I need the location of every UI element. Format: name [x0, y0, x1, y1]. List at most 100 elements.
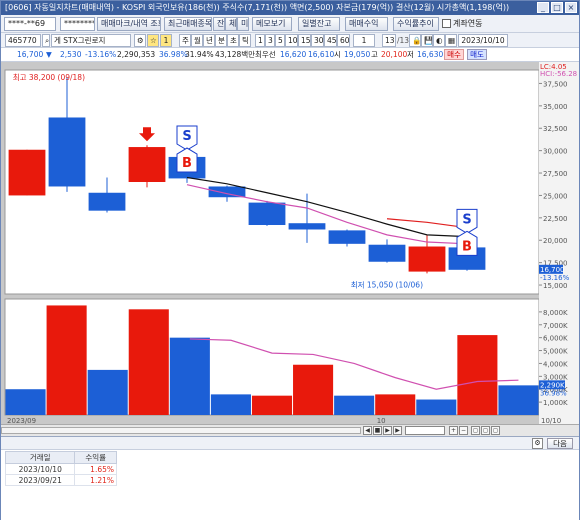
date-field[interactable]: 2023/10/10 — [458, 34, 508, 47]
marker-letter: B — [182, 156, 192, 171]
period-year-button[interactable]: 년 — [203, 34, 215, 47]
settings-icon[interactable]: ⚙ — [532, 438, 543, 449]
y-tick-label: 3,000K — [543, 373, 568, 381]
table-row[interactable]: 2023/09/21 1.21% — [4, 474, 117, 486]
calendar-icon[interactable]: ▦ — [445, 34, 457, 47]
best-bid: 16,610 — [308, 50, 335, 59]
period-second-button[interactable]: 초 — [227, 34, 239, 47]
last-pct-label: -13.16% — [540, 274, 570, 282]
maximize-button[interactable]: □ — [551, 2, 563, 13]
interval-60-button[interactable]: 60 — [337, 34, 350, 47]
chart-area[interactable]: 37,500 35,000 32,500 30,000 27,500 25,000 22,5… — [1, 62, 579, 427]
candle-body — [208, 186, 246, 198]
tool-icon[interactable]: ◻ — [491, 426, 500, 435]
stock-name-field[interactable]: 게 STX그린로지 — [51, 34, 131, 47]
chart-scrollbar[interactable] — [1, 427, 361, 434]
next-button[interactable]: 다음 — [547, 438, 573, 449]
y-tick-label: 8,000K — [543, 309, 568, 317]
zoom-out-button[interactable]: − — [459, 426, 468, 435]
table-row[interactable]: 2023/10/10 1.65% — [4, 463, 117, 475]
period-number[interactable]: 1 — [160, 34, 172, 47]
period-minute-button[interactable]: 분 — [215, 34, 227, 47]
interval-15-button[interactable]: 15 — [298, 34, 311, 47]
zoom-slider[interactable] — [405, 426, 445, 435]
volume-bar — [498, 385, 539, 415]
count-field[interactable]: 1 — [353, 34, 375, 47]
star-icon[interactable]: ☆ — [147, 34, 159, 47]
interval-30-button[interactable]: 30 — [311, 34, 324, 47]
y-tick-label: 30,000 — [543, 148, 568, 156]
low-price: 16,630 — [417, 50, 444, 59]
chart-nav-bar: ◀ ■ ▶ ▶ + − ◻ ◻ ◻ — [1, 424, 579, 436]
color-icon[interactable]: ◐ — [433, 34, 445, 47]
lock-icon[interactable]: 🔒 — [409, 34, 421, 47]
nav-last-button[interactable]: ▶ — [393, 426, 402, 435]
memo-button[interactable]: 메모보기 — [252, 17, 292, 31]
column-header-date[interactable]: 거래일 — [4, 451, 76, 464]
high-price: 20,100 — [381, 50, 408, 59]
period-tick-button[interactable]: 틱 — [239, 34, 251, 47]
tool-icon[interactable]: ◻ — [481, 426, 490, 435]
trade-profit-button[interactable]: 매매수익 — [345, 17, 388, 31]
x-label: 10/10 — [541, 417, 561, 424]
y-tick-label: 25,000 — [543, 192, 568, 200]
settings-icon[interactable]: ⚙ — [134, 34, 146, 47]
recent-stocks-button[interactable]: 최근매매종목 — [164, 17, 212, 31]
period-week-button[interactable]: 주 — [179, 34, 191, 47]
jan-button[interactable]: 잔 — [213, 17, 225, 31]
price-change: 2,530 — [60, 50, 82, 59]
trade-mark-button[interactable]: 매매마크/내역 조회 — [97, 17, 161, 31]
zoom-in-button[interactable]: + — [449, 426, 458, 435]
volume: 2,290,353 — [117, 50, 156, 59]
return-trend-button[interactable]: 수익률추이 — [393, 17, 439, 31]
last-volume-pct: 36.98% — [540, 389, 567, 397]
interval-10-button[interactable]: 10 — [285, 34, 298, 47]
interval-1-button[interactable]: 1 — [255, 34, 265, 47]
daily-balance-button[interactable]: 일별잔고 — [298, 17, 340, 31]
che-button[interactable]: 체 — [225, 17, 237, 31]
nav-next-button[interactable]: ▶ — [383, 426, 392, 435]
account-toolbar: ****-**69 ******** 매매마크/내역 조회 최근매매종목 잔 체… — [1, 15, 579, 33]
sell-button[interactable]: 매도 — [467, 49, 487, 60]
window-titlebar: [0606] 자동일지차트(매매내역) - KOSPI 외국인보유(186(천)… — [1, 1, 579, 15]
save-icon[interactable]: 💾 — [421, 34, 433, 47]
column-header-return[interactable]: 수익률 — [74, 451, 117, 464]
interval-5-button[interactable]: 5 — [275, 34, 285, 47]
volume-bar — [293, 364, 334, 415]
candle-body — [328, 230, 366, 244]
mi-button[interactable]: 미 — [237, 17, 249, 31]
nav-first-button[interactable]: ◀ — [363, 426, 372, 435]
interval-3-button[interactable]: 3 — [265, 34, 275, 47]
search-icon[interactable]: ⌕ — [42, 34, 50, 47]
volume-bar — [210, 394, 251, 415]
chart-svg[interactable]: 37,500 35,000 32,500 30,000 27,500 25,000 22,5… — [1, 62, 579, 424]
price-change-pct: -13.16% — [85, 50, 117, 59]
trade-history-panel: ⚙ 다음 거래일 수익률 2023/10/10 1.65% 2023/09/21… — [1, 436, 579, 521]
nav-prev-button[interactable]: ■ — [373, 426, 382, 435]
y-tick-label: 6,000K — [543, 335, 568, 343]
period-month-button[interactable]: 월 — [191, 34, 203, 47]
account-link-label: 계좌연동 — [453, 19, 483, 28]
close-button[interactable]: × — [565, 2, 577, 13]
minimize-button[interactable]: _ — [537, 2, 549, 13]
buy-button[interactable]: 매수 — [444, 49, 464, 60]
y-tick-label: 5,000K — [543, 348, 568, 356]
max-price-label: 최고 38,200 (09/18) — [13, 72, 85, 82]
open-label: 시 — [334, 50, 341, 59]
y-tick-label: 1,000K — [543, 399, 568, 407]
low-label: 저 — [407, 50, 414, 59]
stock-code-field[interactable]: 465770 — [5, 34, 41, 47]
account-link-checkbox[interactable] — [442, 19, 451, 28]
last-price-label: 16,700 — [540, 266, 565, 274]
volume-bar — [87, 369, 128, 415]
high-label: 고 — [371, 50, 378, 59]
tool-icon[interactable]: ◻ — [471, 426, 480, 435]
password-field[interactable]: ******** — [60, 17, 95, 31]
marker-letter: B — [462, 239, 472, 254]
page-field[interactable]: 13 — [382, 34, 396, 47]
account-select[interactable]: ****-**69 — [4, 17, 56, 31]
volume-bar — [251, 395, 293, 415]
interval-45-button[interactable]: 45 — [324, 34, 337, 47]
candle-body — [248, 202, 286, 226]
volume-bar — [375, 394, 416, 415]
